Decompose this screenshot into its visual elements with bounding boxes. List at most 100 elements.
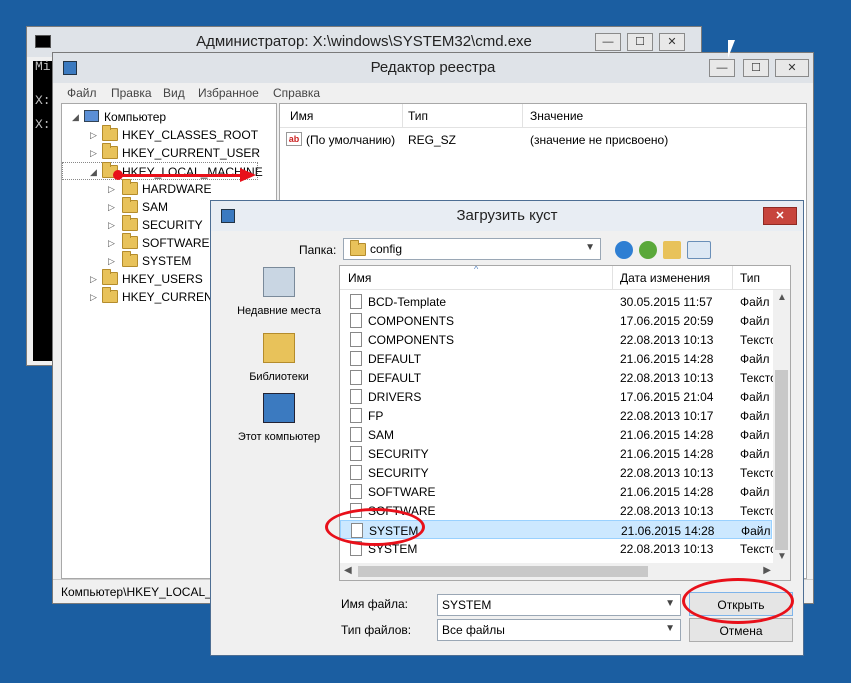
minimize-button[interactable]: — (595, 33, 621, 51)
file-type: Файл (740, 485, 770, 499)
chevron-down-icon[interactable]: ▼ (665, 623, 675, 634)
expand-icon[interactable]: ▷ (90, 130, 97, 141)
scroll-left-icon[interactable]: ◀ (344, 565, 352, 576)
maximize-button[interactable]: ☐ (627, 33, 653, 51)
close-button[interactable]: ✕ (659, 33, 685, 51)
file-row[interactable]: COMPONENTS 17.06.2015 20:59 Файл (340, 311, 772, 330)
scroll-up-icon[interactable]: ▲ (777, 292, 787, 303)
string-value-icon: ab (286, 132, 302, 146)
value-row[interactable]: ab (По умолчанию) REG_SZ (значение не пр… (280, 130, 806, 150)
file-row[interactable]: SOFTWARE 21.06.2015 14:28 Файл (340, 482, 772, 501)
value-name: (По умолчанию) (306, 133, 396, 147)
cmd-console[interactable]: Mi X: X: (33, 59, 53, 361)
file-row[interactable]: DEFAULT 21.06.2015 14:28 Файл (340, 349, 772, 368)
close-icon: ✕ (787, 62, 797, 74)
file-type: Тексто (740, 504, 777, 518)
regedit-titlebar[interactable]: Редактор реестра — ☐ ✕ (53, 53, 813, 83)
folder-icon (122, 179, 138, 195)
mouse-cursor-icon (728, 40, 742, 58)
tree-item-hklm[interactable]: ◢ HKEY_LOCAL_MACHINE (62, 162, 263, 180)
expand-icon[interactable]: ▷ (90, 292, 97, 303)
vertical-scrollbar[interactable]: ▲ ▼ (773, 290, 790, 580)
view-menu-icon[interactable] (687, 241, 711, 259)
file-row[interactable]: SECURITY 22.08.2013 10:13 Тексто (340, 463, 777, 482)
dialog-titlebar[interactable]: Загрузить куст ✕ (211, 201, 803, 231)
filename-value: SYSTEM (442, 598, 492, 612)
column-name[interactable]: Имя (348, 271, 371, 285)
scroll-thumb[interactable] (358, 566, 648, 577)
expand-icon[interactable]: ▷ (90, 148, 97, 159)
filetype-select[interactable]: Все файлы ▼ (437, 619, 681, 641)
menu-file[interactable]: Файл (67, 86, 97, 100)
file-date: 22.08.2013 10:13 (620, 371, 714, 385)
file-row[interactable]: BCD-Template 30.05.2015 11:57 Файл (340, 292, 772, 311)
file-date: 22.08.2013 10:13 (620, 333, 714, 347)
expand-icon[interactable]: ▷ (90, 274, 97, 285)
column-divider[interactable] (402, 104, 403, 128)
file-row[interactable]: COMPONENTS 22.08.2013 10:13 Тексто (340, 330, 777, 349)
file-row[interactable]: FP 22.08.2013 10:17 Файл (340, 406, 772, 425)
place-libraries[interactable]: Библиотеки (223, 333, 335, 393)
menu-help[interactable]: Справка (273, 86, 320, 100)
libraries-icon (263, 333, 295, 363)
column-divider[interactable] (522, 104, 523, 128)
console-line: X: (35, 93, 51, 108)
minimize-icon: — (602, 36, 614, 48)
maximize-button[interactable]: ☐ (743, 59, 769, 77)
folder-combo[interactable]: config ▼ (343, 238, 601, 260)
close-icon: ✕ (775, 210, 785, 222)
expand-icon[interactable]: ▷ (108, 184, 115, 195)
file-date: 21.06.2015 14:28 (620, 352, 714, 366)
file-row[interactable]: DRIVERS 17.06.2015 21:04 Файл (340, 387, 772, 406)
chevron-down-icon[interactable]: ▼ (665, 598, 675, 609)
expand-icon[interactable]: ▷ (108, 238, 115, 249)
file-row[interactable]: DEFAULT 22.08.2013 10:13 Тексто (340, 368, 777, 387)
filename-input[interactable]: SYSTEM ▼ (437, 594, 681, 616)
expand-icon[interactable]: ▷ (108, 256, 115, 267)
dialog-close-button[interactable]: ✕ (763, 207, 797, 225)
menu-view[interactable]: Вид (163, 86, 185, 100)
menu-bar: Файл Правка Вид Избранное Справка (53, 83, 813, 103)
file-icon (350, 332, 362, 347)
column-divider[interactable] (732, 266, 733, 290)
scroll-right-icon[interactable]: ▶ (763, 565, 771, 576)
expand-icon[interactable]: ▷ (108, 202, 115, 213)
file-icon (350, 446, 362, 461)
column-name[interactable]: Имя (290, 109, 313, 123)
collapse-icon[interactable]: ◢ (90, 167, 97, 178)
this-pc-icon (263, 393, 295, 423)
column-type[interactable]: Тип (740, 271, 760, 285)
expand-icon[interactable]: ▷ (108, 220, 115, 231)
close-button[interactable]: ✕ (775, 59, 809, 77)
console-line: X: (35, 117, 51, 132)
up-folder-icon[interactable] (639, 241, 657, 259)
minimize-button[interactable]: — (709, 59, 735, 77)
menu-edit[interactable]: Правка (111, 86, 152, 100)
scroll-thumb[interactable] (775, 370, 788, 550)
column-date[interactable]: Дата изменения (620, 271, 710, 285)
collapse-icon[interactable]: ◢ (72, 112, 79, 123)
place-this-pc[interactable]: Этот компьютер (223, 393, 335, 453)
file-type: Файл (740, 390, 770, 404)
new-folder-icon[interactable] (663, 241, 681, 259)
place-recent[interactable]: Недавние места (223, 267, 335, 327)
back-icon[interactable] (615, 241, 633, 259)
horizontal-scrollbar[interactable]: ◀ ▶ (340, 563, 775, 580)
column-value[interactable]: Значение (530, 109, 583, 123)
regedit-title: Редактор реестра (370, 59, 496, 76)
file-icon (350, 408, 362, 423)
column-divider[interactable] (612, 266, 613, 290)
scroll-down-icon[interactable]: ▼ (777, 551, 787, 562)
file-date: 17.06.2015 20:59 (620, 314, 714, 328)
chevron-down-icon[interactable]: ▼ (585, 242, 595, 253)
file-row[interactable]: SAM 21.06.2015 14:28 Файл (340, 425, 772, 444)
folder-icon (122, 215, 138, 231)
menu-favorites[interactable]: Избранное (198, 86, 259, 100)
column-type[interactable]: Тип (408, 109, 428, 123)
folder-icon (122, 251, 138, 267)
file-date: 21.06.2015 14:28 (621, 524, 715, 538)
file-date: 22.08.2013 10:13 (620, 466, 714, 480)
file-date: 22.08.2013 10:13 (620, 542, 714, 556)
file-row[interactable]: SECURITY 21.06.2015 14:28 Файл (340, 444, 772, 463)
file-icon (350, 465, 362, 480)
